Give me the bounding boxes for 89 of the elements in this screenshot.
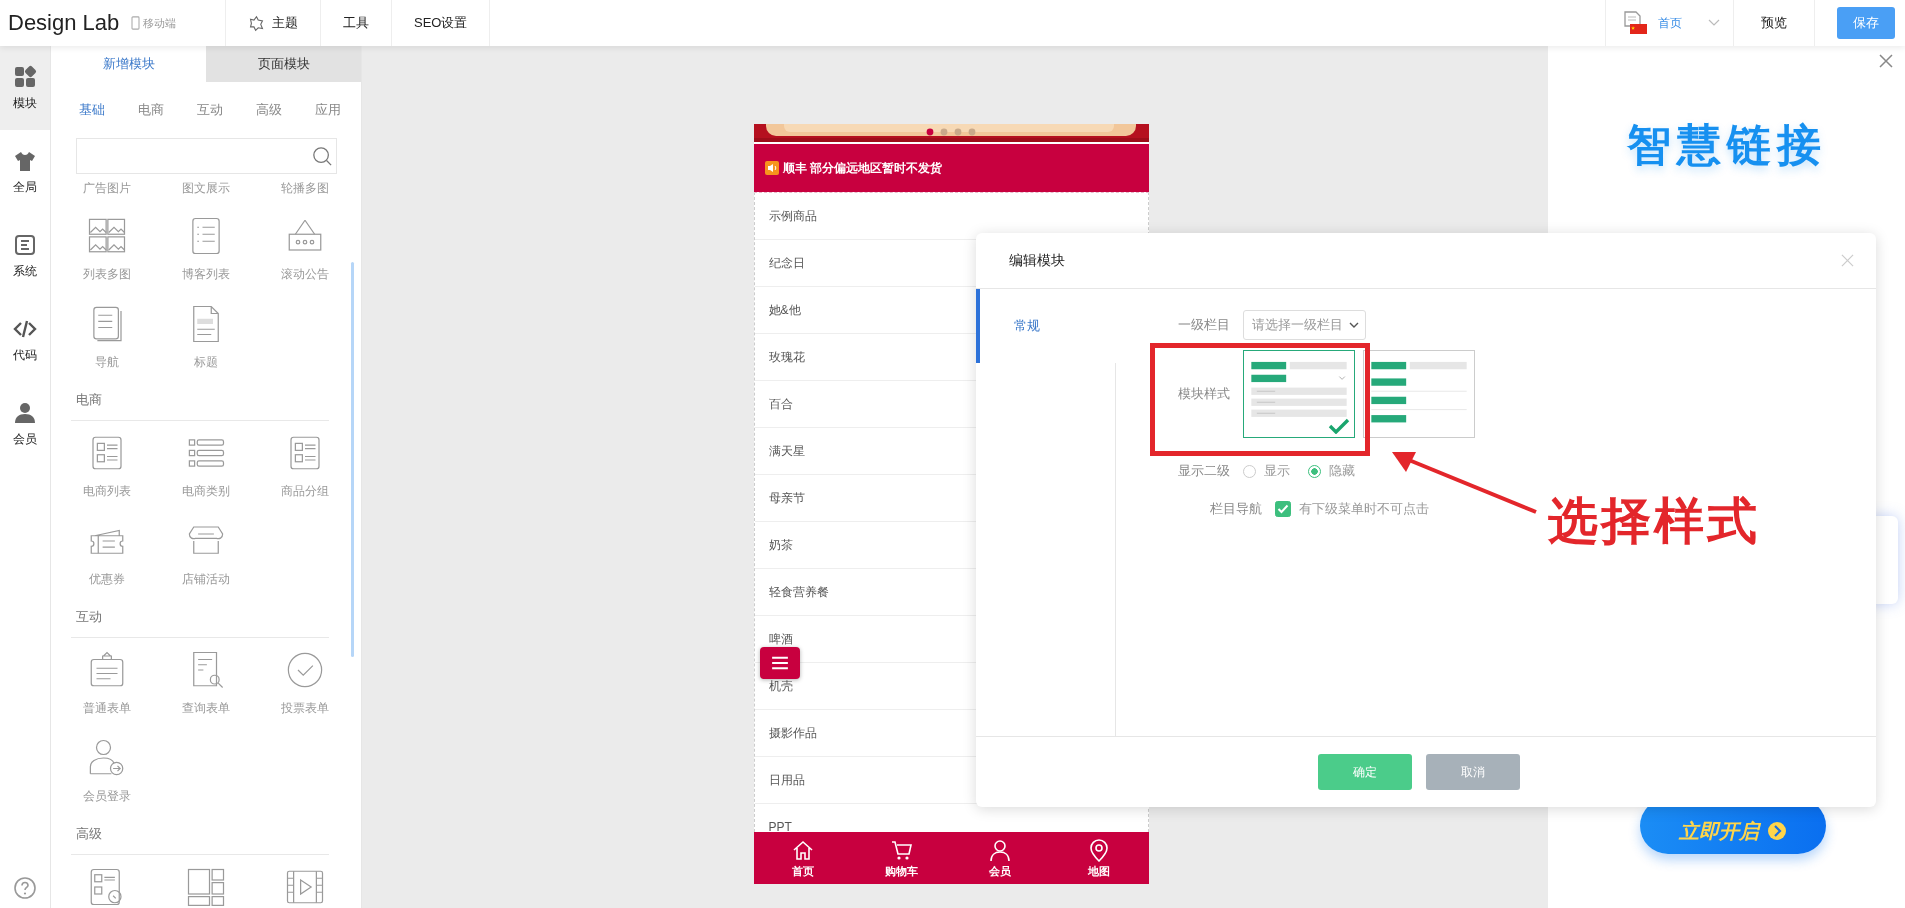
category-item[interactable]: 玫瑰花 <box>768 348 805 366</box>
module-tile[interactable]: 普通表单 <box>57 638 156 726</box>
category-tab[interactable]: 应用 <box>315 101 341 120</box>
module-tile[interactable]: 会员登录 <box>57 726 156 814</box>
dialog-title: 编辑模块 <box>1009 251 1065 270</box>
category-item[interactable]: 她&他 <box>768 301 801 319</box>
module-tile[interactable]: 查询表单 <box>156 638 255 726</box>
category-tab[interactable]: 互动 <box>197 101 223 120</box>
rail-tab[interactable]: 系统 <box>0 214 50 298</box>
category-item[interactable]: 轻食营养餐 <box>768 583 829 601</box>
bottom-nav-item[interactable]: 地图 <box>1049 832 1149 884</box>
module-tile[interactable]: 优惠券 <box>57 509 156 597</box>
check-icon <box>1328 418 1350 434</box>
rail-tab[interactable]: 模块 <box>0 46 50 130</box>
module-tile[interactable]: 列表多图 <box>57 204 156 292</box>
close-icon[interactable] <box>1841 254 1854 267</box>
category-item[interactable]: 纪念日 <box>768 254 805 272</box>
checkbox-option[interactable]: 有下级菜单时不可点击 <box>1275 500 1429 518</box>
document-list-icon <box>13 232 37 257</box>
style-option[interactable] <box>1243 350 1355 438</box>
bottom-nav-item[interactable]: 首页 <box>753 832 853 884</box>
category-item[interactable]: 奶茶 <box>768 536 793 554</box>
menu-button[interactable] <box>759 647 800 679</box>
carousel-dots[interactable] <box>925 128 978 136</box>
radio-option[interactable]: 显示 <box>1243 462 1290 480</box>
module-tile[interactable]: 标题 <box>156 292 255 380</box>
style-option[interactable] <box>1363 350 1475 438</box>
bottom-nav-item[interactable]: 购物车 <box>852 832 951 884</box>
close-icon[interactable] <box>1879 54 1893 68</box>
field-label: 一级栏目 <box>1177 316 1231 334</box>
section-heading: 互动 <box>71 597 329 638</box>
category-item[interactable]: 摄影作品 <box>768 724 817 742</box>
category-item[interactable]: 机壳 <box>768 677 793 695</box>
dialog-tab[interactable]: 常规 <box>976 289 1116 363</box>
section-heading: 高级 <box>71 814 329 855</box>
rail-tab[interactable]: 全局 <box>0 130 50 214</box>
module-tile[interactable]: 店铺活动 <box>156 509 255 597</box>
page-flag-icon <box>1622 11 1648 35</box>
field-label: 栏目导航 <box>1209 500 1263 518</box>
caret-icon <box>1349 322 1359 328</box>
annotation-text: 选择样式 <box>1548 492 1760 551</box>
notice-text: 顺丰 部分偏远地区暂时不发货 <box>782 159 942 177</box>
category-item[interactable]: 满天星 <box>768 442 805 460</box>
category-item[interactable]: 示例商品 <box>768 207 817 225</box>
search-icon <box>312 146 332 166</box>
theme-icon <box>248 14 265 32</box>
menu-item[interactable]: SEO设置 <box>391 0 491 46</box>
caret-icon <box>1708 19 1720 27</box>
search-field[interactable] <box>76 138 337 174</box>
app-logo: Design Lab <box>8 10 120 36</box>
category-tab[interactable]: 高级 <box>256 101 282 120</box>
module-tile[interactable]: 广告图片 <box>57 174 156 204</box>
module-tile[interactable]: 投票表单 <box>255 638 354 726</box>
bottom-nav-item[interactable]: 会员 <box>951 832 1050 884</box>
module-tile[interactable]: 图文展示 <box>156 174 255 204</box>
module-tile[interactable]: 电商类别 <box>156 421 255 509</box>
module-tile[interactable]: 导航 <box>57 292 156 380</box>
section-heading: 电商 <box>71 380 329 421</box>
module-tile[interactable]: 电商列表 <box>57 421 156 509</box>
save-button[interactable]: 保存 <box>1837 7 1895 39</box>
device-switch[interactable]: 移动端 <box>131 15 177 31</box>
promo-title: 智慧链接 <box>1625 119 1828 171</box>
module-tile[interactable]: 博客列表 <box>156 204 255 292</box>
category-item[interactable]: 日用品 <box>768 771 805 789</box>
field-label: 模块样式 <box>1177 385 1231 403</box>
arrow-circle-icon <box>1767 821 1787 841</box>
rail-tab[interactable]: 代码 <box>0 298 50 382</box>
module-tile[interactable]: 滚动公告 <box>255 204 354 292</box>
scrollbar[interactable] <box>351 262 354 657</box>
radio-option[interactable]: 隐藏 <box>1308 462 1355 480</box>
menu-icon <box>770 656 789 670</box>
blocks-icon <box>13 64 37 89</box>
category-select[interactable]: 请选择一级栏目 <box>1243 310 1366 340</box>
category-item[interactable]: 百合 <box>768 395 793 413</box>
speaker-icon <box>764 161 779 175</box>
category-tab[interactable]: 电商 <box>138 101 164 120</box>
module-tile[interactable]: 商品分组 <box>255 421 354 509</box>
category-tab[interactable]: 基础 <box>79 101 105 120</box>
category-item[interactable]: PPT <box>768 820 792 832</box>
phone-icon <box>131 16 141 30</box>
field-label: 显示二级 <box>1177 462 1231 480</box>
category-item[interactable]: 母亲节 <box>768 489 805 507</box>
help-icon[interactable] <box>13 876 37 900</box>
module-tile[interactable]: 轮播多图 <box>255 174 354 204</box>
panel-tab[interactable]: 页面模块 <box>206 46 361 83</box>
rail-tab[interactable]: 会员 <box>0 382 50 466</box>
category-item[interactable]: 啤酒 <box>768 630 793 648</box>
user-icon <box>13 400 37 425</box>
user-icon <box>988 837 1013 862</box>
